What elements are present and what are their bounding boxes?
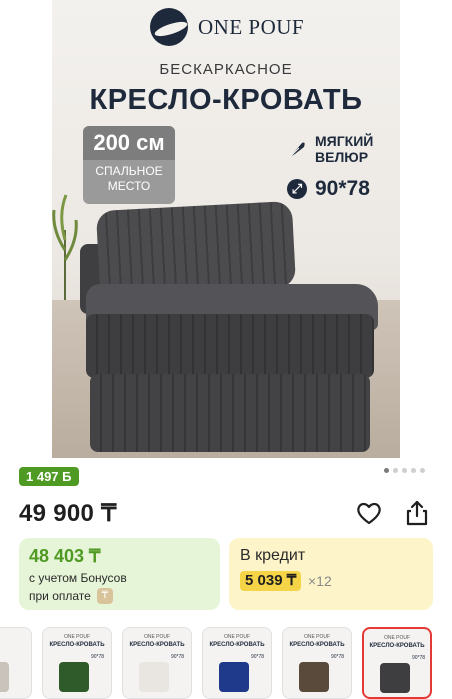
- feature-fabric: МЯГКИЙ ВЕЛЮР: [287, 133, 373, 165]
- credit-months: ×12: [308, 573, 332, 589]
- sleeping-size-badge: 200 см СПАЛЬНОЕ МЕСТО: [83, 126, 175, 204]
- variant-thumbnail[interactable]: ONE POUF КРЕСЛО-КРОВАТЬ 90*78: [122, 627, 192, 699]
- feature-fabric-text: МЯГКИЙ ВЕЛЮР: [315, 133, 373, 165]
- variant-thumbnail[interactable]: ONE POUF КРЕСЛО-КРОВАТЬ 90*78: [202, 627, 272, 699]
- thumb-spec: 90*78: [331, 654, 345, 660]
- thumb-title: КРЕСЛО-КРОВАТЬ: [49, 642, 105, 648]
- feature-fabric-line1: МЯГКИЙ: [315, 133, 374, 149]
- brand-logo: ONE POUF: [150, 8, 304, 46]
- thumb-spec: 90*78: [251, 654, 265, 660]
- bonus-price-note-1: с учетом Бонусов: [29, 571, 127, 585]
- variant-thumbnail[interactable]: [0, 627, 32, 699]
- thumb-brand: ONE POUF: [143, 634, 171, 640]
- credit-card[interactable]: В кредит 5 039 ₸ ×12: [229, 538, 433, 610]
- brand-name: ONE POUF: [198, 14, 305, 39]
- bonus-price-card[interactable]: 48 403 ₸ с учетом Бонусов при оплате ₸: [19, 538, 220, 610]
- credit-monthly-payment: 5 039 ₸: [240, 571, 302, 591]
- thumb-title: КРЕСЛО-КРОВАТЬ: [209, 642, 265, 648]
- plant-decoration: [52, 194, 78, 300]
- thumb-brand: ONE POUF: [383, 635, 411, 641]
- bonus-price-note-row: при оплате ₸: [29, 588, 113, 604]
- variant-thumbnail[interactable]: ONE POUF КРЕСЛО-КРОВАТЬ 90*78: [42, 627, 112, 699]
- variant-thumbnail[interactable]: ONE POUF КРЕСЛО-КРОВАТЬ 90*78: [282, 627, 352, 699]
- variant-swatch: [0, 662, 9, 692]
- product-headline: КРЕСЛО-КРОВАТЬ: [89, 84, 363, 116]
- product-subtitle: БЕСКАРКАСНОЕ: [159, 61, 293, 78]
- diagonal-arrow-icon: ⤢: [287, 179, 307, 199]
- variant-swatch: [219, 662, 249, 692]
- variant-swatch: [139, 662, 169, 692]
- thumb-brand: ONE POUF: [63, 634, 91, 640]
- bonus-price-note-2: при оплате: [29, 589, 91, 603]
- thumb-brand: ONE POUF: [223, 634, 251, 640]
- carousel-dot[interactable]: [420, 468, 425, 473]
- product-page: ONE POUF БЕСКАРКАСНОЕ КРЕСЛО-КРОВАТЬ 200…: [0, 0, 452, 699]
- credit-title: В кредит: [240, 547, 306, 564]
- sofa-backrest: [95, 200, 297, 298]
- carousel-dot[interactable]: [384, 468, 389, 473]
- thumb-spec: 90*78: [171, 654, 185, 660]
- thumb-title: КРЕСЛО-КРОВАТЬ: [129, 642, 185, 648]
- color-variant-thumbnails: ONE POUF КРЕСЛО-КРОВАТЬ 90*78 ONE POUF К…: [0, 627, 452, 699]
- sofa-seat: [86, 314, 374, 378]
- variant-thumbnail-selected[interactable]: ONE POUF КРЕСЛО-КРОВАТЬ 90*78: [362, 627, 432, 699]
- variant-swatch: [380, 663, 410, 693]
- thumb-title: КРЕСЛО-КРОВАТЬ: [289, 642, 345, 648]
- bonus-price-amount: 48 403 ₸: [29, 546, 101, 566]
- thumb-title: КРЕСЛО-КРОВАТЬ: [369, 643, 425, 649]
- carousel-dot[interactable]: [393, 468, 398, 473]
- thumb-spec: 90*78: [91, 654, 105, 660]
- feature-fabric-line2: ВЕЛЮР: [315, 149, 369, 165]
- carousel-dot[interactable]: [411, 468, 416, 473]
- share-icon[interactable]: [403, 499, 431, 527]
- coin-icon: ₸: [96, 588, 113, 604]
- sofa-illustration: [80, 198, 380, 460]
- variant-swatch: [299, 662, 329, 692]
- bonus-points-badge: 1 497 Б: [19, 467, 79, 486]
- carousel-dot[interactable]: [402, 468, 407, 473]
- carousel-dots[interactable]: [384, 468, 425, 473]
- variant-swatch: [59, 662, 89, 692]
- heart-icon[interactable]: [355, 499, 383, 527]
- brand-mark-icon: [150, 8, 188, 46]
- sleeping-size-value: 200 см: [83, 126, 175, 160]
- product-price: 49 900 ₸: [19, 500, 117, 527]
- sleeping-size-note-2: МЕСТО: [107, 179, 151, 193]
- thumb-spec: 90*78: [412, 655, 426, 661]
- sleeping-size-note-1: СПАЛЬНОЕ: [95, 164, 163, 178]
- sofa-base: [90, 374, 370, 452]
- feather-icon: [289, 142, 305, 158]
- thumb-brand: ONE POUF: [303, 634, 331, 640]
- product-image[interactable]: ONE POUF БЕСКАРКАСНОЕ КРЕСЛО-КРОВАТЬ 200…: [0, 0, 452, 458]
